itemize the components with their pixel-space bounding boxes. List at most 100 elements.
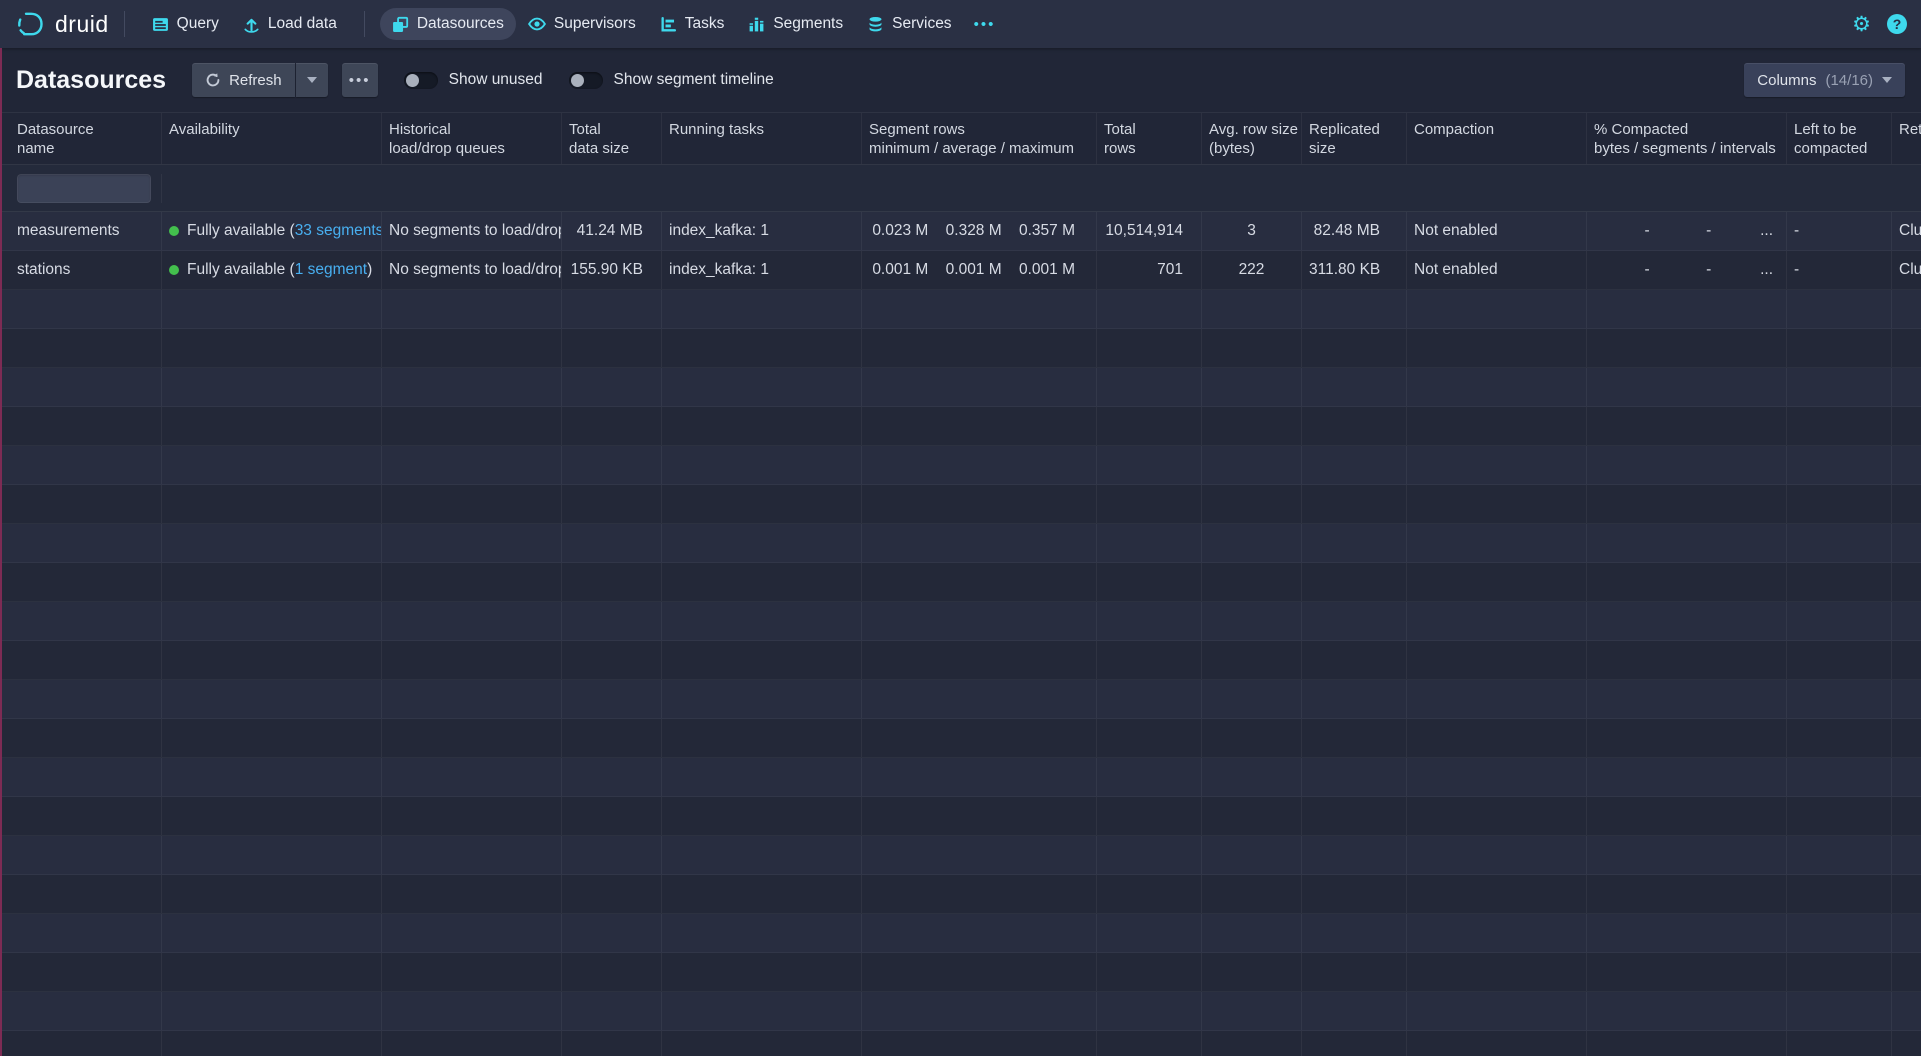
table-row-empty	[0, 407, 1921, 446]
help-glyph: ?	[1893, 16, 1902, 32]
table-row-empty	[0, 719, 1921, 758]
table-row-empty	[0, 875, 1921, 914]
nav-item-query[interactable]: Query	[140, 8, 231, 40]
left-edge-strip	[0, 48, 2, 1056]
page-title: Datasources	[16, 66, 166, 95]
column-header-pct-compacted[interactable]: % Compactedbytes / segments / intervals	[1587, 113, 1787, 164]
navbar-divider	[364, 11, 365, 37]
nav-label: Datasources	[417, 15, 504, 33]
cell-datasource-name: measurements	[0, 212, 162, 250]
table-header-row: Datasourcename Availability Historicallo…	[0, 112, 1921, 165]
column-header-running-tasks[interactable]: Running tasks	[662, 113, 862, 164]
table-row-empty	[0, 1031, 1921, 1056]
segments-count-link[interactable]: 1 segment	[295, 261, 367, 278]
services-icon	[867, 16, 884, 33]
datasources-table: Datasourcename Availability Historicallo…	[0, 112, 1921, 1056]
column-header-replicated-size[interactable]: Replicatedsize	[1302, 113, 1407, 164]
table-row-empty	[0, 290, 1921, 329]
column-header-compaction[interactable]: Compaction	[1407, 113, 1587, 164]
show-unused-toggle[interactable]: Show unused	[404, 71, 543, 89]
column-header-total-rows[interactable]: Totalrows	[1097, 113, 1202, 164]
help-icon[interactable]: ?	[1887, 14, 1907, 34]
cell-avg-row-size: 222	[1202, 251, 1302, 289]
cell-replicated-size: 82.48 MB	[1302, 212, 1407, 250]
column-header-availability[interactable]: Availability	[162, 113, 382, 164]
nav-label: Supervisors	[554, 15, 636, 33]
show-segment-timeline-toggle[interactable]: Show segment timeline	[569, 71, 774, 89]
column-header-total-data-size[interactable]: Totaldata size	[562, 113, 662, 164]
cell-segment-rows: 0.001 M0.001 M0.001 M	[862, 251, 1097, 289]
gear-icon[interactable]: ⚙	[1852, 14, 1871, 35]
cell-load-drop-queues: No segments to load/drop	[382, 212, 562, 250]
column-header-datasource-name[interactable]: Datasourcename	[0, 113, 162, 164]
nav-item-supervisors[interactable]: Supervisors	[516, 8, 648, 40]
column-header-left-to-be-compacted[interactable]: Left to becompacted	[1787, 113, 1892, 164]
cell-total-data-size: 41.24 MB	[562, 212, 662, 250]
table-row-empty	[0, 914, 1921, 953]
cell-retention: Cluster default	[1892, 251, 1921, 289]
columns-count: (14/16)	[1825, 72, 1873, 89]
toggle-track	[569, 72, 603, 89]
cell-datasource-name: stations	[0, 251, 162, 289]
toggle-label: Show unused	[449, 71, 543, 89]
column-header-segment-rows[interactable]: Segment rowsminimum / average / maximum	[862, 113, 1097, 164]
table-row-empty	[0, 797, 1921, 836]
column-header-retention[interactable]: Retention	[1892, 113, 1921, 164]
brand-name: druid	[55, 11, 109, 38]
toggle-track	[404, 72, 438, 89]
table-row-empty	[0, 836, 1921, 875]
datasources-icon	[392, 16, 409, 33]
table-row-empty	[0, 680, 1921, 719]
table-row-measurements[interactable]: measurements Fully available (33 segment…	[0, 212, 1921, 251]
refresh-button[interactable]: Refresh	[192, 63, 295, 97]
segments-count-link[interactable]: 33 segments	[295, 222, 382, 239]
table-row-empty	[0, 992, 1921, 1031]
navbar-divider	[124, 11, 125, 37]
nav-label: Segments	[773, 15, 843, 33]
refresh-dropdown-button[interactable]	[296, 63, 328, 97]
table-row-empty	[0, 446, 1921, 485]
table-empty-rows	[0, 290, 1921, 1056]
cell-total-rows: 10,514,914	[1097, 212, 1202, 250]
nav-item-tasks[interactable]: Tasks	[648, 8, 737, 40]
navbar-more-button[interactable]: •••	[964, 16, 1006, 33]
segments-icon	[748, 16, 765, 33]
load-data-icon	[243, 16, 260, 33]
nav-item-services[interactable]: Services	[855, 8, 963, 40]
toolbar-more-button[interactable]: •••	[342, 63, 378, 97]
top-navbar: druid Query Load data Datasources Superv…	[0, 0, 1921, 48]
nav-item-segments[interactable]: Segments	[736, 8, 855, 40]
datasource-filter-input[interactable]	[17, 174, 151, 203]
table-row-empty	[0, 524, 1921, 563]
cell-pct-compacted: --...	[1587, 251, 1787, 289]
datasources-toolbar: Datasources Refresh ••• Show unused Show…	[0, 48, 1921, 112]
columns-selector-button[interactable]: Columns (14/16)	[1744, 63, 1905, 97]
toggle-knob	[571, 74, 584, 87]
druid-brand[interactable]: druid	[16, 9, 109, 39]
toggle-knob	[406, 74, 419, 87]
cell-replicated-size: 311.80 KB	[1302, 251, 1407, 289]
more-ellipsis-icon: •••	[974, 16, 996, 33]
nav-item-datasources[interactable]: Datasources	[380, 8, 516, 40]
cell-retention: Cluster default	[1892, 212, 1921, 250]
cell-avg-row-size: 3	[1202, 212, 1302, 250]
cell-left-to-compact: -	[1787, 212, 1892, 250]
cell-total-rows: 701	[1097, 251, 1202, 289]
column-header-avg-row-size[interactable]: Avg. row size(bytes)	[1202, 113, 1302, 164]
cell-availability: Fully available (33 segments)	[162, 212, 382, 250]
cell-running-tasks: index_kafka: 1	[662, 251, 862, 289]
table-row-stations[interactable]: stations Fully available (1 segment) No …	[0, 251, 1921, 290]
table-row-empty	[0, 563, 1921, 602]
chevron-down-icon	[307, 77, 317, 83]
table-row-empty	[0, 641, 1921, 680]
more-ellipsis-icon: •••	[349, 72, 371, 89]
tasks-icon	[660, 16, 677, 33]
table-row-empty	[0, 758, 1921, 797]
cell-compaction: Not enabled	[1407, 212, 1587, 250]
cell-pct-compacted: --...	[1587, 212, 1787, 250]
columns-label: Columns	[1757, 72, 1816, 89]
druid-logo-icon	[16, 9, 46, 39]
nav-item-load-data[interactable]: Load data	[231, 8, 349, 40]
table-row-empty	[0, 485, 1921, 524]
column-header-historical-queues[interactable]: Historicalload/drop queues	[382, 113, 562, 164]
